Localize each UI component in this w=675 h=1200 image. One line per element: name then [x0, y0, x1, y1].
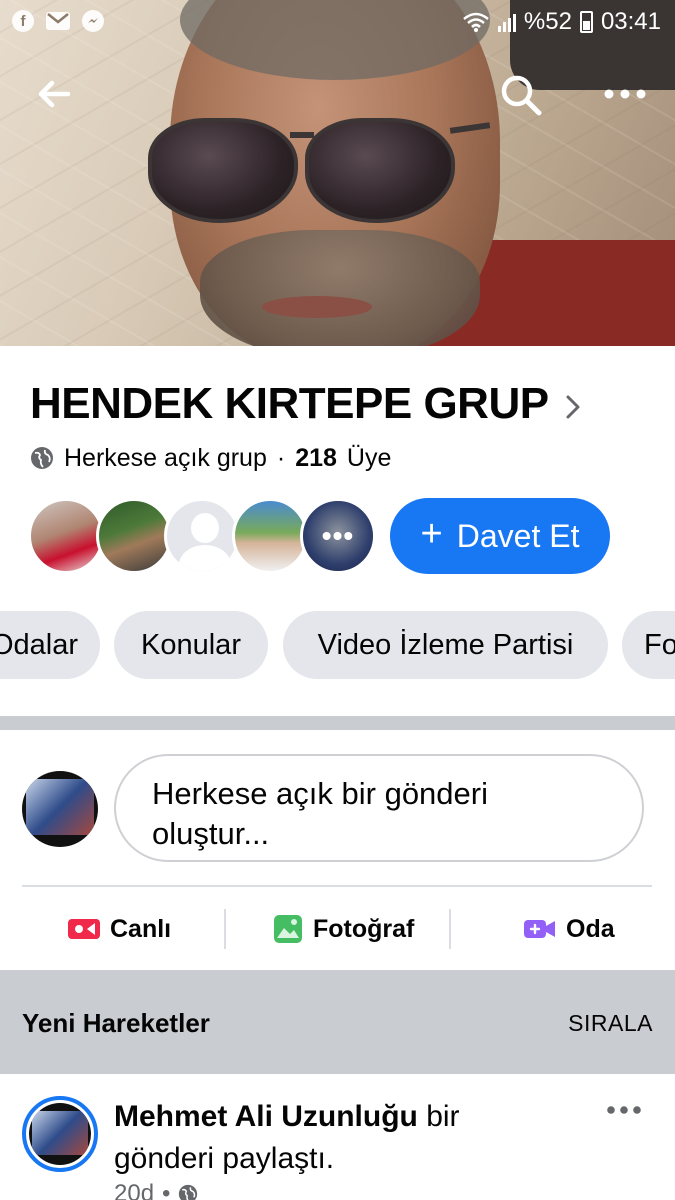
action-divider — [224, 909, 226, 949]
more-dots-icon — [607, 1106, 641, 1114]
tab-photos[interactable]: Fotoğraflar — [622, 611, 675, 679]
notification-icons: f — [12, 10, 104, 32]
photo-icon — [274, 915, 302, 943]
post-author-avatar[interactable] — [22, 1096, 98, 1172]
live-video-icon — [68, 919, 100, 939]
cover-mouth — [262, 296, 372, 318]
cover-beard — [200, 230, 480, 346]
more-options-button[interactable] — [600, 74, 650, 114]
invite-label: Davet Et — [456, 517, 580, 554]
post-meta-dot: • — [162, 1180, 171, 1200]
chevron-right-icon — [566, 395, 580, 419]
tab-topics[interactable]: Konular — [114, 611, 268, 679]
back-button[interactable] — [32, 72, 76, 116]
section-divider — [0, 716, 675, 730]
live-label: Canlı — [110, 914, 172, 943]
photo-button[interactable]: Fotoğraf — [273, 906, 414, 952]
group-meta: Herkese açık grup · 218 Üye — [30, 442, 391, 474]
search-icon — [501, 75, 542, 116]
more-dots-icon — [604, 89, 646, 99]
activity-title: Yeni Hareketler — [22, 1008, 210, 1038]
composer-actions: Canlı Fotoğraf Oda — [0, 906, 675, 952]
post-headline: Mehmet Ali Uzunluğu bir gönderi paylaştı… — [114, 1096, 534, 1180]
globe-icon — [179, 1184, 198, 1200]
mail-icon — [46, 12, 70, 30]
composer-divider — [22, 885, 652, 887]
member-avatar-more[interactable]: ••• — [300, 498, 376, 574]
messenger-icon — [82, 10, 104, 32]
live-button[interactable]: Canlı — [68, 906, 171, 952]
member-label[interactable]: Üye — [347, 444, 391, 473]
battery-icon — [579, 11, 593, 33]
back-arrow-icon — [38, 80, 71, 108]
cover-sunglasses-bridge — [290, 132, 314, 138]
facebook-icon: f — [12, 10, 34, 32]
composer-avatar[interactable] — [22, 771, 98, 847]
post-author[interactable]: Mehmet Ali Uzunluğu — [114, 1100, 418, 1133]
member-avatar[interactable] — [96, 498, 172, 574]
member-avatar[interactable] — [232, 498, 308, 574]
composer-input[interactable]: Herkese açık bir gönderi oluştur... — [114, 754, 644, 862]
search-button[interactable] — [498, 72, 544, 118]
tab-watch-party[interactable]: Video İzleme Partisi — [283, 611, 608, 679]
meta-separator: · — [276, 443, 286, 472]
room-video-icon — [524, 920, 555, 938]
group-tabs: Odalar Konular Video İzleme Partisi Foto… — [0, 611, 675, 679]
more-members-dots: ••• — [303, 501, 373, 571]
member-avatars[interactable]: ••• — [28, 497, 376, 575]
status-right: %52 03:41 — [462, 8, 661, 36]
photo-label: Fotoğraf — [313, 914, 415, 943]
group-privacy: Herkese açık grup — [64, 443, 267, 472]
signal-icon — [497, 12, 516, 32]
member-count[interactable]: 218 — [295, 444, 337, 473]
status-bar: f %52 03:41 — [0, 0, 675, 46]
group-title-row[interactable]: HENDEK KIRTEPE GRUP — [30, 378, 650, 430]
member-avatar-placeholder[interactable] — [164, 498, 240, 574]
room-button[interactable]: Oda — [524, 906, 615, 952]
tab-rooms[interactable]: Odalar — [0, 611, 100, 679]
globe-icon — [31, 447, 53, 469]
post-time[interactable]: 20d — [114, 1180, 154, 1200]
group-name: HENDEK KIRTEPE GRUP — [30, 379, 549, 428]
cover-photo[interactable] — [0, 0, 675, 346]
wifi-icon — [463, 12, 489, 32]
sort-button[interactable]: SIRALA — [568, 1010, 653, 1037]
post-more-button[interactable] — [604, 1098, 644, 1122]
battery-percent: %52 — [523, 8, 572, 35]
plus-icon: + — [420, 512, 443, 555]
post-meta: 20d • — [114, 1180, 198, 1200]
room-label: Oda — [566, 914, 615, 943]
action-divider — [449, 909, 451, 949]
clock: 03:41 — [600, 8, 661, 35]
member-avatar[interactable] — [28, 498, 104, 574]
invite-button[interactable]: + Davet Et — [390, 498, 610, 574]
